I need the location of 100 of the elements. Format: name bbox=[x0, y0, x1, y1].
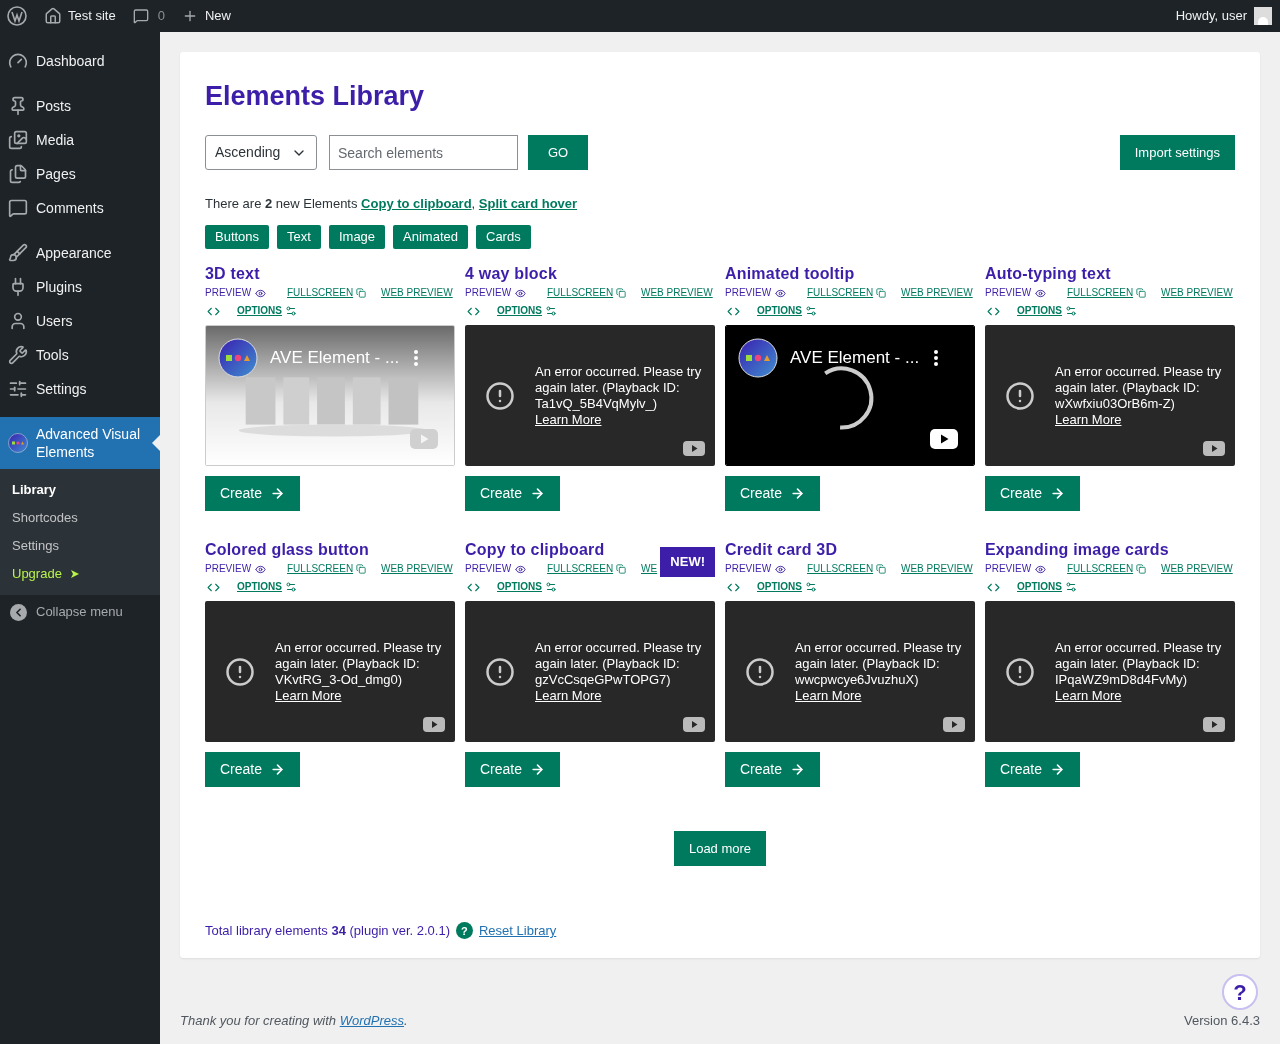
new-link[interactable]: New bbox=[204, 6, 231, 26]
fullscreen-link[interactable]: FULLSCREEN bbox=[547, 286, 627, 300]
filter-button[interactable]: Image bbox=[328, 225, 386, 249]
learn-more-link[interactable]: Learn More bbox=[535, 687, 602, 704]
options-link[interactable]: OPTIONS bbox=[497, 304, 557, 318]
menu-item[interactable]: Pages bbox=[0, 157, 160, 191]
error-icon bbox=[745, 656, 775, 687]
preview-link[interactable]: PREVIEW bbox=[205, 562, 267, 576]
create-button[interactable]: Create bbox=[205, 476, 301, 511]
comment-count: 0 bbox=[157, 7, 165, 26]
options-link[interactable]: OPTIONS bbox=[497, 580, 557, 594]
comment-icon[interactable] bbox=[132, 8, 149, 24]
options-link[interactable]: OPTIONS bbox=[1017, 580, 1077, 594]
create-button[interactable]: Create bbox=[725, 752, 821, 787]
menu-item[interactable]: Comments bbox=[0, 191, 160, 225]
web-preview-link[interactable]: WEB PREVIEW bbox=[641, 286, 713, 300]
create-button[interactable]: Create bbox=[465, 752, 561, 787]
menu-item[interactable]: Posts bbox=[0, 89, 160, 123]
preview-link[interactable]: PREVIEW bbox=[465, 562, 527, 576]
pin-icon bbox=[8, 96, 28, 116]
options-link[interactable]: OPTIONS bbox=[757, 580, 817, 594]
import-settings-button[interactable]: Import settings bbox=[1119, 135, 1235, 170]
web-preview-link[interactable]: WEB PREVIEW bbox=[381, 562, 453, 576]
options-link[interactable]: OPTIONS bbox=[1017, 304, 1077, 318]
fullscreen-link[interactable]: FULLSCREEN bbox=[807, 562, 887, 576]
element-title: Colored glass button bbox=[205, 540, 370, 560]
create-button[interactable]: Create bbox=[465, 476, 561, 511]
help-icon[interactable]: ? bbox=[456, 922, 473, 940]
comment-icon bbox=[8, 198, 28, 218]
web-preview-link[interactable]: WE bbox=[641, 562, 658, 576]
element-link[interactable]: Copy to clipboard bbox=[361, 196, 472, 211]
web-preview-link[interactable]: WEB PREVIEW bbox=[901, 286, 973, 300]
preview-link[interactable]: PREVIEW bbox=[725, 286, 787, 300]
menu-item[interactable]: Settings bbox=[0, 372, 160, 406]
fullscreen-link[interactable]: FULLSCREEN bbox=[1067, 562, 1147, 576]
web-preview-link[interactable]: WEB PREVIEW bbox=[381, 286, 453, 300]
greeting[interactable]: Howdy, user bbox=[1175, 6, 1247, 26]
arrow-icon bbox=[790, 486, 806, 501]
collapse-menu-button[interactable]: Collapse menu bbox=[0, 596, 160, 628]
learn-more-link[interactable]: Learn More bbox=[1055, 687, 1122, 704]
options-link[interactable]: OPTIONS bbox=[237, 580, 297, 594]
reset-library-link[interactable]: Reset Library bbox=[479, 921, 557, 941]
element-link[interactable]: Split card hover bbox=[478, 196, 578, 211]
eye-icon bbox=[775, 287, 787, 299]
create-button[interactable]: Create bbox=[725, 476, 821, 511]
load-more-button[interactable]: Load more bbox=[673, 831, 767, 866]
fullscreen-link[interactable]: FULLSCREEN bbox=[547, 562, 627, 576]
submenu-item[interactable]: Settings bbox=[0, 532, 160, 560]
menu-item[interactable]: Users bbox=[0, 304, 160, 338]
play-icon bbox=[1203, 441, 1225, 456]
learn-more-link[interactable]: Learn More bbox=[275, 687, 342, 704]
options-link[interactable]: OPTIONS bbox=[237, 304, 297, 318]
filter-button[interactable]: Buttons bbox=[205, 225, 270, 249]
filter-button[interactable]: Animated bbox=[393, 225, 468, 249]
wordpress-logo-icon[interactable] bbox=[7, 6, 27, 26]
menu-item[interactable]: Appearance bbox=[0, 236, 160, 270]
element-title: Credit card 3D bbox=[725, 540, 839, 560]
menu-item[interactable]: Media bbox=[0, 123, 160, 157]
play-icon bbox=[683, 717, 705, 732]
submenu-item[interactable]: Shortcodes bbox=[0, 504, 160, 532]
menu-item[interactable]: Tools bbox=[0, 338, 160, 372]
footer-thanks: Thank you for creating with WordPress. bbox=[180, 1011, 408, 1030]
fullscreen-link[interactable]: FULLSCREEN bbox=[287, 562, 367, 576]
create-button[interactable]: Create bbox=[985, 752, 1081, 787]
preview-link[interactable]: PREVIEW bbox=[985, 562, 1047, 576]
submenu-item[interactable]: Upgrade bbox=[0, 560, 160, 588]
web-preview-link[interactable]: WEB PREVIEW bbox=[1161, 562, 1233, 576]
fullscreen-link[interactable]: FULLSCREEN bbox=[807, 286, 887, 300]
menu-item[interactable]: Advanced Visual Elements bbox=[0, 417, 160, 469]
submenu-item[interactable]: Library bbox=[0, 476, 160, 504]
filter-button[interactable]: Cards bbox=[476, 225, 531, 249]
fullscreen-link[interactable]: FULLSCREEN bbox=[287, 286, 367, 300]
learn-more-link[interactable]: Learn More bbox=[795, 687, 862, 704]
go-button[interactable]: GO bbox=[528, 135, 588, 170]
menu-item[interactable]: Dashboard bbox=[0, 44, 160, 78]
sort-select[interactable]: Ascending bbox=[205, 135, 317, 170]
learn-more-link[interactable]: Learn More bbox=[535, 411, 602, 428]
filter-button[interactable]: Text bbox=[277, 225, 321, 249]
create-button[interactable]: Create bbox=[205, 752, 301, 787]
wordpress-link[interactable]: WordPress bbox=[339, 1012, 404, 1028]
fullscreen-link[interactable]: FULLSCREEN bbox=[1067, 286, 1147, 300]
learn-more-link[interactable]: Learn More bbox=[1055, 411, 1122, 428]
preview-link[interactable]: PREVIEW bbox=[725, 562, 787, 576]
preview-link[interactable]: PREVIEW bbox=[985, 286, 1047, 300]
preview-link[interactable]: PREVIEW bbox=[205, 286, 267, 300]
web-preview-link[interactable]: WEB PREVIEW bbox=[901, 562, 973, 576]
wrench-icon bbox=[8, 345, 28, 365]
gears-icon bbox=[285, 305, 297, 317]
search-field[interactable]: Search elements bbox=[329, 135, 518, 170]
error-message: An error occurred. Please try again later. (Playback ID: wXwfxiu03OrB6m-Z) bbox=[1055, 363, 1223, 412]
help-button[interactable]: ? bbox=[1222, 974, 1258, 1010]
home-icon[interactable] bbox=[44, 7, 62, 25]
error-message: An error occurred. Please try again later. (Playback ID: Ta1vQ_5B4VqMylv_) bbox=[535, 363, 703, 412]
arrow-icon bbox=[1050, 486, 1066, 501]
menu-item[interactable]: Plugins bbox=[0, 270, 160, 304]
options-link[interactable]: OPTIONS bbox=[757, 304, 817, 318]
site-link[interactable]: Test site bbox=[68, 6, 116, 26]
preview-link[interactable]: PREVIEW bbox=[465, 286, 527, 300]
web-preview-link[interactable]: WEB PREVIEW bbox=[1161, 286, 1233, 300]
create-button[interactable]: Create bbox=[985, 476, 1081, 511]
